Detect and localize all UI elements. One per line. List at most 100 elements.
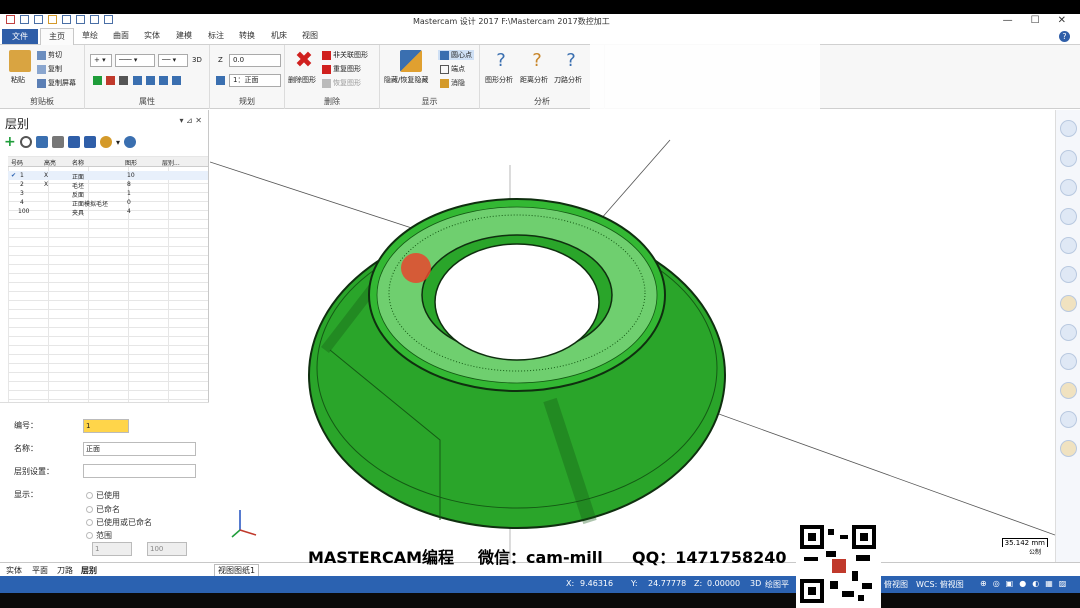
endpoints-toggle[interactable]: 端点	[440, 64, 465, 74]
entity-analysis-icon[interactable]: ?	[490, 50, 512, 72]
repeat-entity-button[interactable]: 重复图形	[322, 64, 361, 74]
delete-x-icon[interactable]: ✖	[293, 50, 315, 72]
view-indicator[interactable]: 俯视图	[884, 579, 908, 590]
tab-machine[interactable]: 机床	[271, 30, 287, 41]
save-as-icon[interactable]	[76, 15, 85, 24]
entity-analysis-button[interactable]: 图形分析	[485, 75, 513, 85]
tab-planes[interactable]: 平面	[32, 565, 48, 576]
pin-icon[interactable]: ⊿	[186, 116, 193, 125]
panel-close-icon[interactable]: ✕	[195, 116, 202, 125]
hide-toggle[interactable]: 消隐	[440, 78, 465, 88]
copy-screen-button[interactable]: 复制屏幕	[37, 78, 76, 88]
wcs-indicator[interactable]: WCS: 俯视图	[916, 579, 964, 590]
toolpath-analysis-button[interactable]: 刀路分析	[554, 75, 582, 85]
undo-icon[interactable]	[104, 15, 113, 24]
tab-solid[interactable]: 实体	[144, 30, 160, 41]
radio-named[interactable]: 已命名	[86, 504, 120, 515]
options-chevron-down-icon[interactable]: ▾	[116, 138, 120, 147]
cut-button[interactable]: 剪切	[37, 50, 62, 60]
measure-tool-icon[interactable]	[1060, 440, 1077, 457]
apply-icon[interactable]	[172, 76, 182, 85]
table-row[interactable]: 3 反面 1	[8, 189, 208, 199]
distance-analysis-icon[interactable]: ?	[526, 50, 548, 72]
add-level-icon[interactable]: +	[4, 135, 16, 149]
tab-dimension[interactable]: 标注	[208, 30, 224, 41]
arc-tool-icon[interactable]	[1060, 208, 1077, 225]
panel-menu-icon[interactable]: ▾	[179, 116, 183, 125]
tab-levels[interactable]: 层别	[81, 565, 97, 576]
circle-tool-icon[interactable]	[1060, 179, 1077, 196]
copy-button[interactable]: 复制	[37, 64, 62, 74]
line-tool-icon[interactable]	[1060, 150, 1077, 167]
help-icon[interactable]: ?	[1059, 31, 1070, 42]
3d-mode-toggle[interactable]: 3D	[192, 56, 202, 64]
graphics-viewport[interactable]: 35.142 mm 公制	[210, 110, 1055, 562]
view-icon[interactable]	[1060, 120, 1077, 137]
line-style-select[interactable]: ─── ▾	[115, 54, 155, 67]
level-select[interactable]: 1：正面	[229, 74, 281, 87]
radio-used-or-named[interactable]: 已使用或已命名	[86, 517, 152, 528]
center-point-toggle[interactable]: 圆心点	[438, 50, 474, 60]
close-icon[interactable]: ✕	[1058, 15, 1066, 26]
options-gear-icon[interactable]	[100, 136, 112, 148]
z-depth-input[interactable]: 0.0	[229, 54, 281, 67]
hide-show-icon[interactable]	[400, 50, 422, 72]
col-level-set[interactable]: 层别...	[162, 158, 180, 167]
trim-tool-icon[interactable]	[1060, 324, 1077, 341]
tab-view[interactable]: 视图	[302, 30, 318, 41]
maximize-icon[interactable]: ☐	[1031, 15, 1040, 26]
open-recent-icon[interactable]	[90, 15, 99, 24]
open-file-icon[interactable]	[20, 15, 29, 24]
section-tool-icon[interactable]	[1060, 411, 1077, 428]
tab-file[interactable]: 文件	[2, 29, 38, 44]
tab-model[interactable]: 建模	[176, 30, 192, 41]
tab-solids[interactable]: 实体	[6, 565, 22, 576]
point-style-select[interactable]: + ▾	[90, 54, 112, 67]
paste-icon[interactable]	[9, 50, 31, 72]
analyze-tool-icon[interactable]	[1060, 382, 1077, 399]
table-row[interactable]: 2 X 毛坯 8	[8, 180, 208, 190]
find-level-icon[interactable]	[20, 136, 32, 148]
table-row[interactable]: 4 正面模拟毛坯 0	[8, 198, 208, 208]
col-number[interactable]: 号码	[11, 158, 23, 167]
col-name[interactable]: 名称	[72, 158, 84, 167]
tab-surface[interactable]: 曲面	[113, 30, 129, 41]
line-width-select[interactable]: ── ▾	[158, 54, 188, 67]
level-set-icon[interactable]	[84, 136, 96, 148]
save-icon[interactable]	[34, 15, 43, 24]
print-icon[interactable]	[62, 15, 71, 24]
mode-3d[interactable]: 3D	[750, 579, 761, 588]
tab-transform[interactable]: 转换	[239, 30, 255, 41]
minimize-icon[interactable]: —	[1003, 15, 1013, 26]
solid-color-icon[interactable]	[106, 76, 116, 85]
tab-sketch[interactable]: 草绘	[82, 30, 98, 41]
radio-used[interactable]: 已使用	[86, 490, 120, 501]
tab-home[interactable]: 主页	[40, 28, 74, 45]
paste-button[interactable]: 粘贴	[11, 75, 25, 85]
range-from-input[interactable]: 1	[92, 542, 132, 556]
table-row[interactable]: 100 夹具 4	[8, 207, 208, 217]
non-assoc-button[interactable]: 非关联图形	[322, 50, 368, 60]
set-all-on-icon[interactable]	[36, 136, 48, 148]
col-count[interactable]: 图形	[125, 158, 137, 167]
surface-color-icon[interactable]	[119, 76, 129, 85]
pattern-tool-icon[interactable]	[1060, 295, 1077, 312]
solid-tool-icon[interactable]	[1060, 237, 1077, 254]
distance-analysis-button[interactable]: 距离分析	[520, 75, 548, 85]
restore-entity-button[interactable]: 恢复图形	[322, 78, 361, 88]
radio-range[interactable]: 范围	[86, 530, 112, 541]
folder-icon[interactable]	[48, 15, 57, 24]
level-set-input[interactable]	[83, 464, 196, 478]
col-highlight[interactable]: 高亮	[44, 158, 56, 167]
plane-indicator[interactable]: 绘图平	[765, 579, 789, 590]
name-input[interactable]: 正面	[83, 442, 196, 456]
clear-color-icon[interactable]	[159, 76, 169, 85]
active-level-icon[interactable]	[68, 136, 80, 148]
tab-toolpaths[interactable]: 刀路	[57, 565, 73, 576]
shade-tool-icon[interactable]	[1060, 353, 1077, 370]
table-row[interactable]: ✔ 1 X 正面 10	[8, 171, 208, 181]
wireframe-color-icon[interactable]	[93, 76, 102, 85]
set-all-icon[interactable]	[145, 76, 155, 85]
display-mode-icons[interactable]: ⊕◎▣●◐▦▨	[980, 579, 1072, 588]
set-all-off-icon[interactable]	[52, 136, 64, 148]
